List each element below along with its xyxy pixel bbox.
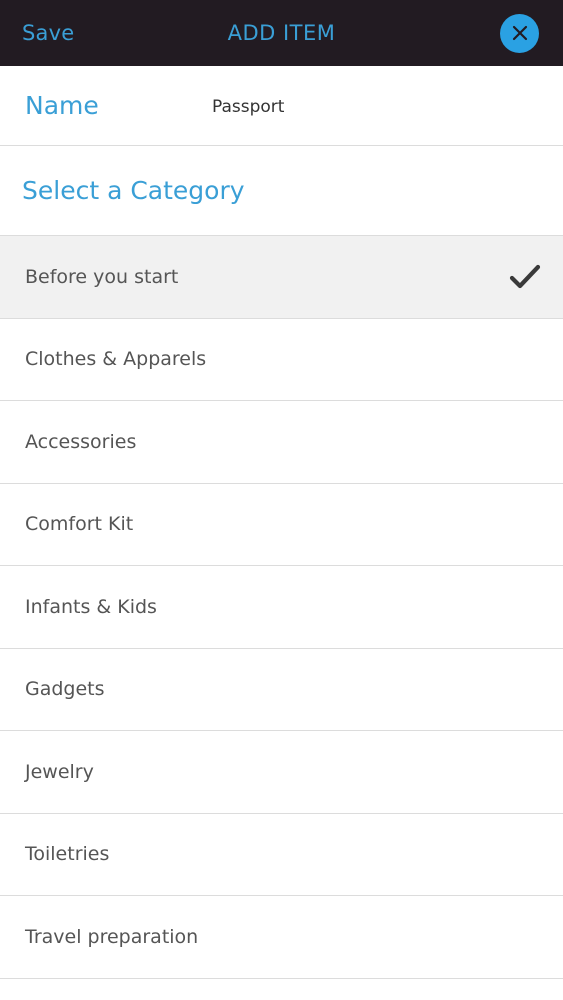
category-item-comfort-kit[interactable]: Comfort Kit <box>0 484 563 566</box>
category-item-before-you-start[interactable]: Before you start <box>0 236 563 319</box>
category-item-label: Jewelry <box>25 760 94 783</box>
category-item-label: Travel preparation <box>25 925 199 948</box>
category-item-label: Before you start <box>25 265 179 288</box>
category-heading-label: Select a Category <box>22 176 245 205</box>
category-list: Before you start Clothes & Apparels Acce… <box>0 236 563 979</box>
category-heading: Select a Category <box>0 146 563 236</box>
category-item-label: Clothes & Apparels <box>25 348 207 371</box>
category-item-label: Accessories <box>25 430 137 453</box>
save-button[interactable]: Save <box>22 21 74 45</box>
name-input[interactable]: Passport <box>212 95 284 117</box>
name-field[interactable]: Name Passport <box>0 66 563 146</box>
category-item-label: Gadgets <box>25 678 105 701</box>
category-item-infants-kids[interactable]: Infants & Kids <box>0 566 563 649</box>
category-item-travel-preparation[interactable]: Travel preparation <box>0 896 563 979</box>
category-item-label: Toiletries <box>25 843 110 866</box>
page-title: ADD ITEM <box>227 21 336 45</box>
add-item-screen: Save ADD ITEM Name Passport Select a Cat… <box>0 0 563 1000</box>
category-item-jewelry[interactable]: Jewelry <box>0 731 563 814</box>
category-item-toiletries[interactable]: Toiletries <box>0 814 563 896</box>
category-item-gadgets[interactable]: Gadgets <box>0 649 563 731</box>
checkmark-icon <box>509 263 541 291</box>
category-item-label: Comfort Kit <box>25 513 134 536</box>
category-item-accessories[interactable]: Accessories <box>0 401 563 484</box>
category-item-clothes-apparels[interactable]: Clothes & Apparels <box>0 319 563 401</box>
category-item-label: Infants & Kids <box>25 595 157 618</box>
close-icon <box>512 25 527 41</box>
top-bar: Save ADD ITEM <box>0 0 563 66</box>
close-button[interactable] <box>500 13 539 53</box>
name-label: Name <box>25 91 99 120</box>
